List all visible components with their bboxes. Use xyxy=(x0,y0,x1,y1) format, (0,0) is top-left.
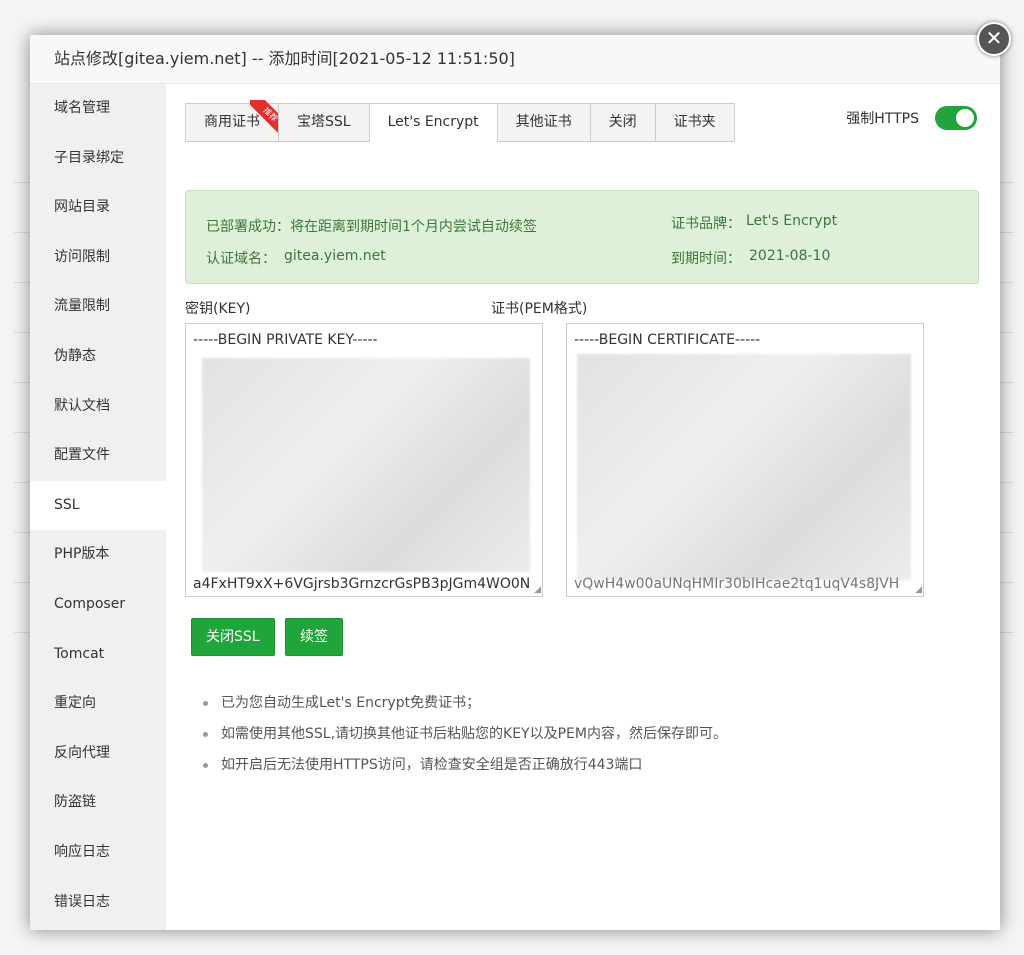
ssl-status-box: 已部署成功：将在距离到期时间1个月内尝试自动续签 认证域名： gitea.yie… xyxy=(185,190,979,284)
sidebar-item-hotlink[interactable]: 防盗链 xyxy=(30,778,166,828)
sidebar-item-access-limit[interactable]: 访问限制 xyxy=(30,233,166,283)
sidebar-item-composer[interactable]: Composer xyxy=(30,580,166,630)
cert-label: 证书(PEM格式) xyxy=(491,301,588,317)
sidebar-item-error-log[interactable]: 错误日志 xyxy=(30,878,166,928)
brand-value: Let's Encrypt xyxy=(746,213,838,229)
key-label: 密钥(KEY) xyxy=(185,301,251,317)
tab-close[interactable]: 关闭 xyxy=(589,103,656,141)
sidebar-item-tomcat[interactable]: Tomcat xyxy=(30,630,166,680)
sidebar: 域名管理 子目录绑定 网站目录 访问限制 流量限制 伪静态 默认文档 配置文件 … xyxy=(30,84,166,930)
domain-value: gitea.yiem.net xyxy=(284,248,386,264)
force-https: 强制HTTPS xyxy=(846,106,977,130)
key-last-line: a4FxHT9xX+6VGjrsb3GrnzcrGsPB3pJGm4WO0N xyxy=(193,576,531,592)
tab-cert-folder[interactable]: 证书夹 xyxy=(654,103,735,141)
tab-label: 宝塔SSL xyxy=(297,114,351,130)
key-first-line: -----BEGIN PRIVATE KEY----- xyxy=(193,332,378,348)
resize-handle-icon[interactable]: ◢ xyxy=(915,585,922,595)
ssl-panel: 商用证书 推荐 宝塔SSL Let's Encrypt 其他证书 关闭 证书夹 … xyxy=(185,84,985,930)
tips-list: 已为您自动生成Let's Encrypt免费证书； 如需使用其他SSL,请切换其… xyxy=(201,688,727,781)
ssl-tabs: 商用证书 推荐 宝塔SSL Let's Encrypt 其他证书 关闭 证书夹 xyxy=(185,100,735,142)
tab-commercial-cert[interactable]: 商用证书 推荐 xyxy=(185,100,286,141)
tab-label: 关闭 xyxy=(608,114,637,130)
list-item: 已为您自动生成Let's Encrypt免费证书； xyxy=(201,688,727,719)
sidebar-item-default-doc[interactable]: 默认文档 xyxy=(30,382,166,432)
list-item: 如开启后无法使用HTTPS访问，请检查安全组是否正确放行443端口 xyxy=(201,750,727,781)
tab-label: Let's Encrypt xyxy=(387,114,479,130)
tab-label: 证书夹 xyxy=(673,114,716,130)
modal-title: 站点修改[gitea.yiem.net] -- 添加时间[2021-05-12 … xyxy=(30,35,1000,84)
tab-label: 其他证书 xyxy=(515,114,572,130)
domain-label: 认证域名： xyxy=(206,251,276,267)
cert-first-line: -----BEGIN CERTIFICATE----- xyxy=(574,332,761,348)
redacted-cert xyxy=(577,354,911,580)
expire-label: 到期时间： xyxy=(671,251,741,267)
site-edit-modal: 站点修改[gitea.yiem.net] -- 添加时间[2021-05-12 … xyxy=(30,35,1000,930)
tab-bt-ssl[interactable]: 宝塔SSL xyxy=(278,103,370,141)
close-ssl-button[interactable]: 关闭SSL xyxy=(191,618,275,656)
cert-last-line: vQwH4w00aUNqHMIr30bIHcae2tq1uqV4s8JVH xyxy=(574,576,900,592)
key-textarea[interactable]: -----BEGIN PRIVATE KEY----- a4FxHT9xX+6V… xyxy=(185,323,543,597)
sidebar-item-site-dir[interactable]: 网站目录 xyxy=(30,183,166,233)
deploy-status: 已部署成功：将在距离到期时间1个月内尝试自动续签 xyxy=(206,219,537,235)
close-icon[interactable]: ✕ xyxy=(977,22,1011,56)
list-item: 如需使用其他SSL,请切换其他证书后粘贴您的KEY以及PEM内容，然后保存即可。 xyxy=(201,719,727,750)
tab-other-cert[interactable]: 其他证书 xyxy=(496,103,591,141)
sidebar-item-config[interactable]: 配置文件 xyxy=(30,431,166,481)
expire-value: 2021-08-10 xyxy=(749,248,831,264)
sidebar-item-access-log[interactable]: 响应日志 xyxy=(30,828,166,878)
sidebar-item-traffic-limit[interactable]: 流量限制 xyxy=(30,282,166,332)
cert-textarea[interactable]: -----BEGIN CERTIFICATE----- vQwH4w00aUNq… xyxy=(566,323,924,597)
sidebar-item-reverse-proxy[interactable]: 反向代理 xyxy=(30,729,166,779)
resize-handle-icon[interactable]: ◢ xyxy=(534,585,541,595)
sidebar-item-subdir[interactable]: 子目录绑定 xyxy=(30,134,166,184)
brand-label: 证书品牌： xyxy=(671,216,741,232)
tab-lets-encrypt[interactable]: Let's Encrypt xyxy=(368,103,498,142)
force-https-label: 强制HTTPS xyxy=(846,111,919,127)
sidebar-item-rewrite[interactable]: 伪静态 xyxy=(30,332,166,382)
toggle-knob xyxy=(956,109,974,127)
force-https-toggle[interactable] xyxy=(935,106,977,130)
sidebar-item-domain[interactable]: 域名管理 xyxy=(30,84,166,134)
sidebar-item-php-version[interactable]: PHP版本 xyxy=(30,530,166,580)
sidebar-item-ssl[interactable]: SSL xyxy=(30,480,166,531)
renew-button[interactable]: 续签 xyxy=(285,618,343,656)
sidebar-item-redirect[interactable]: 重定向 xyxy=(30,679,166,729)
redacted-key xyxy=(202,358,530,572)
